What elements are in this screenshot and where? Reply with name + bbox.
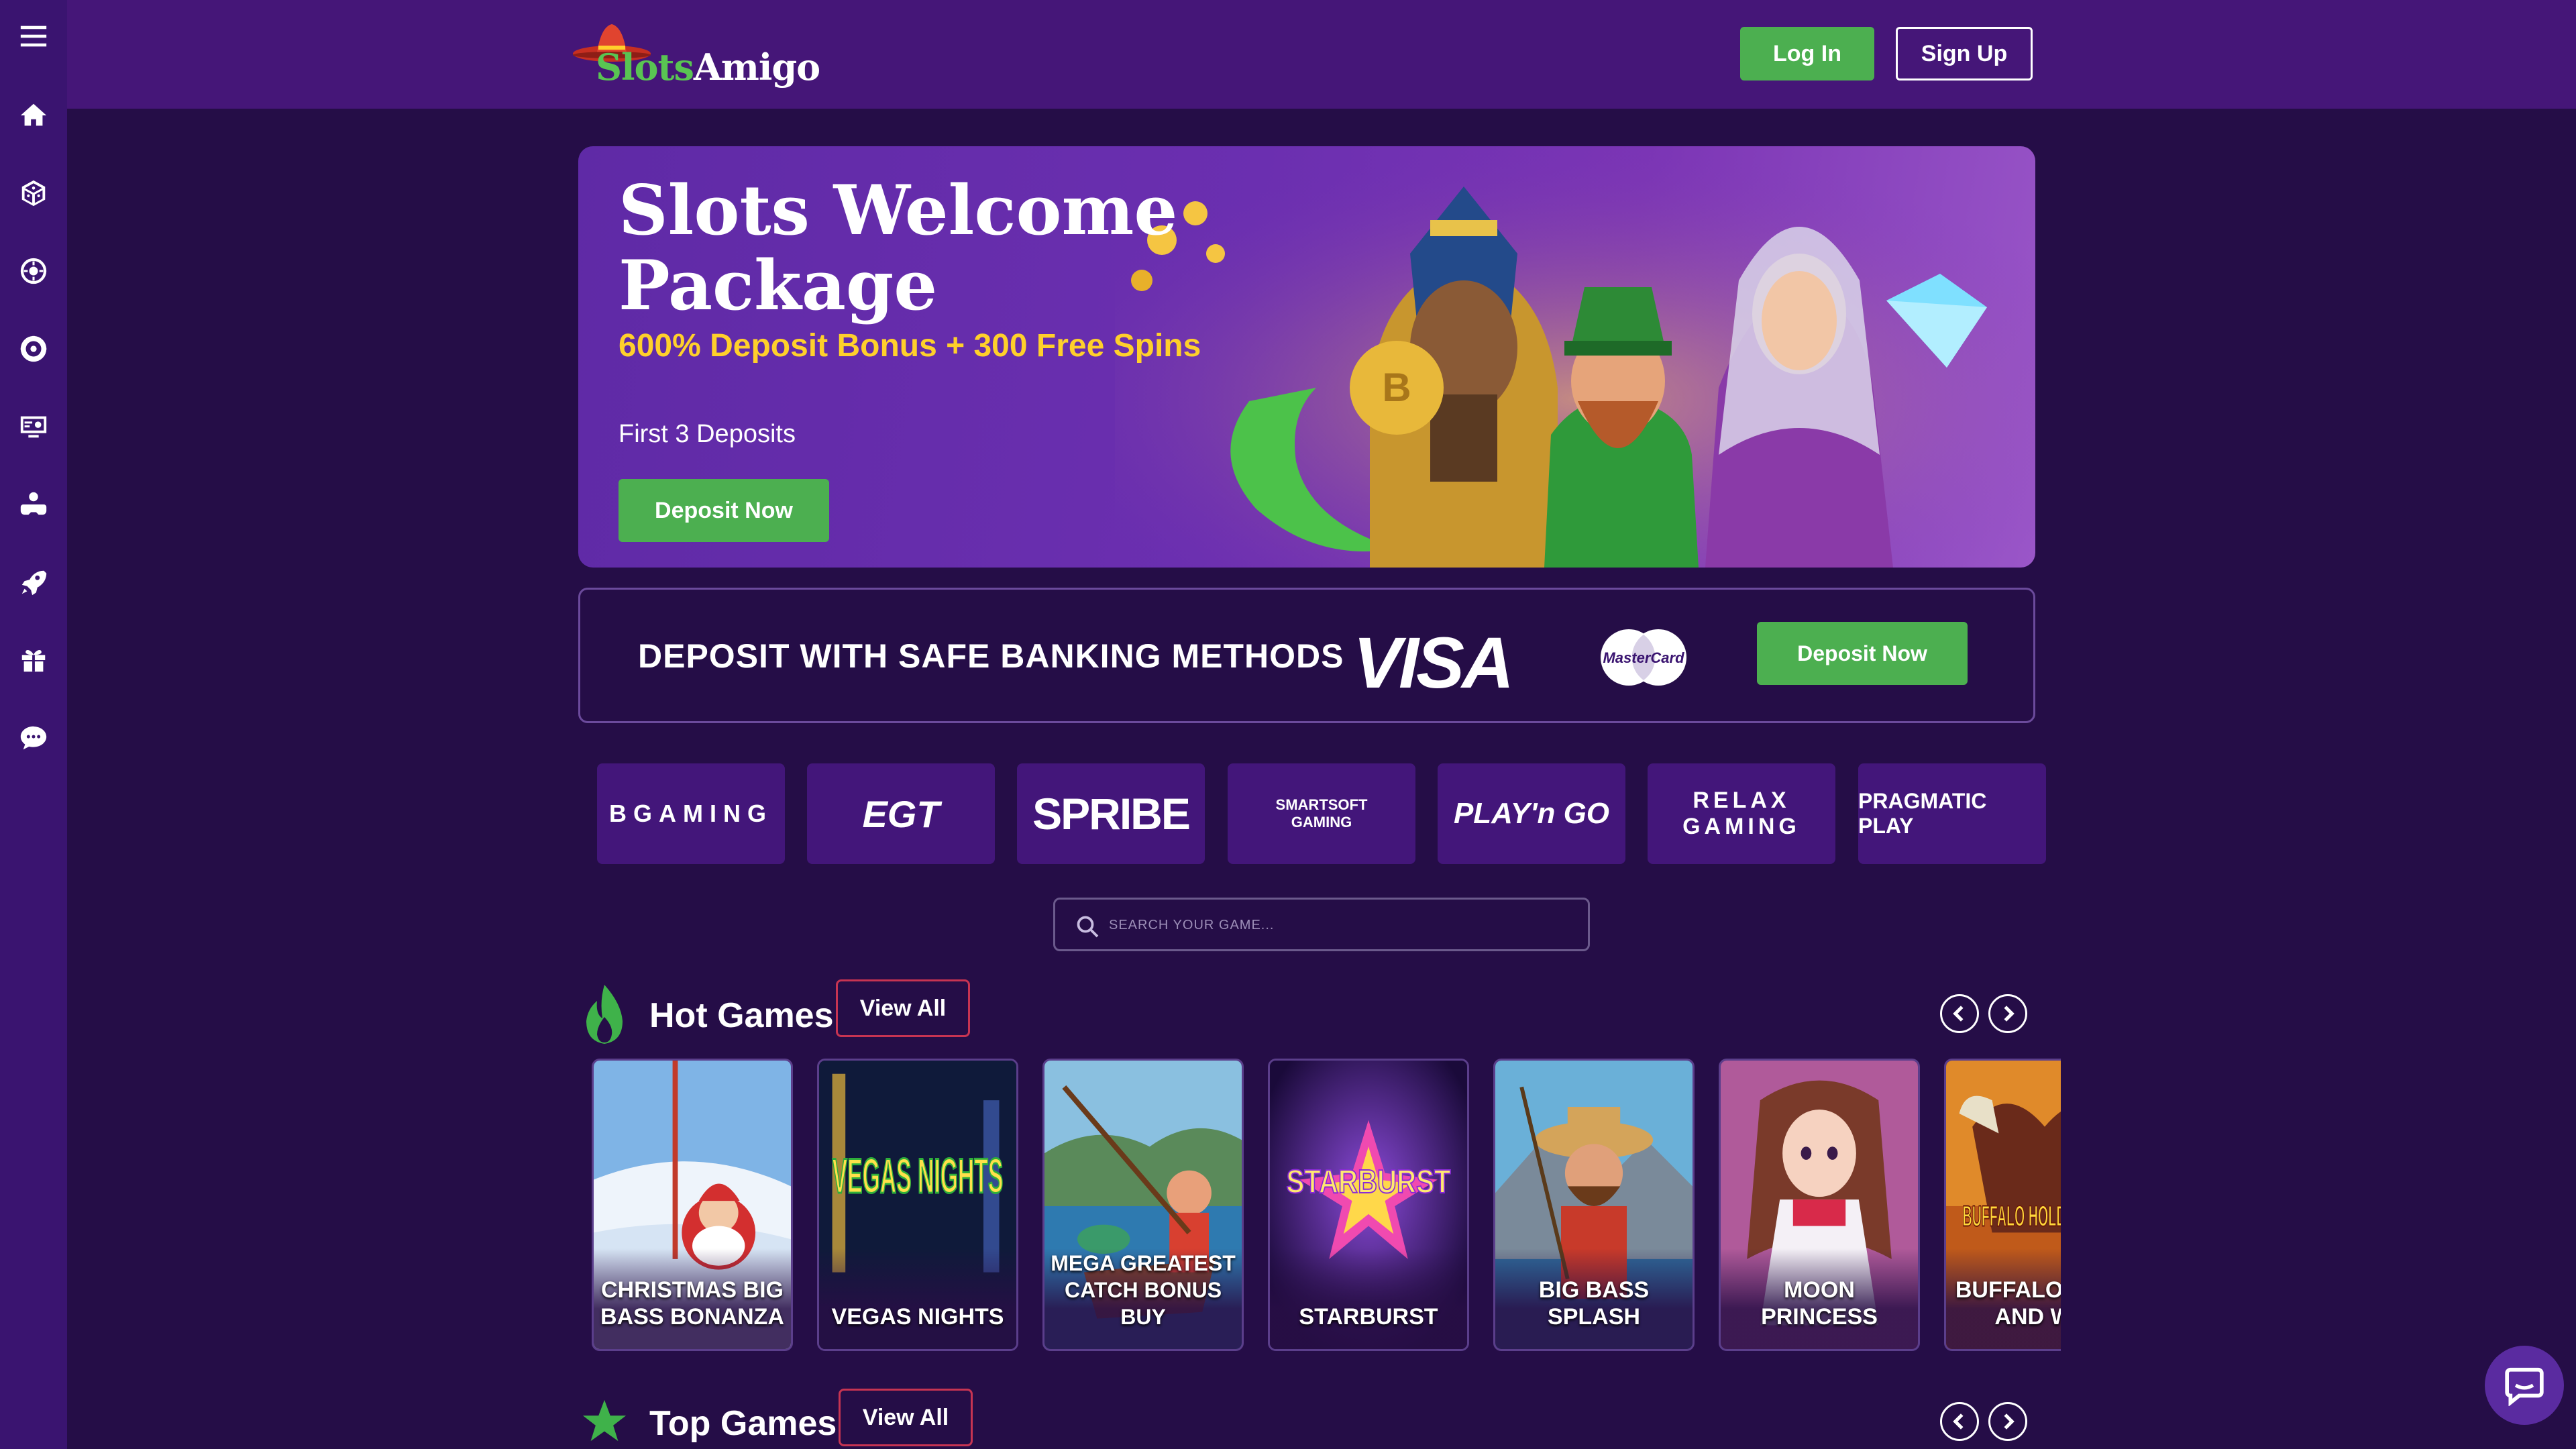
provider-pragmatic[interactable]: PRAGMATIC PLAY bbox=[1858, 763, 2046, 864]
live-chat-button[interactable] bbox=[2485, 1346, 2564, 1425]
game-name: MEGA GREATEST CATCH BONUS BUY bbox=[1051, 1251, 1236, 1329]
provider-playngo-label: PLAY'n GO bbox=[1453, 797, 1610, 830]
game-card[interactable]: MOON PRINCESS bbox=[1719, 1059, 1920, 1351]
provider-smartsoft[interactable]: SMARTSOFT GAMING bbox=[1228, 763, 1415, 864]
game-card[interactable]: BIG BASS SPLASH bbox=[1493, 1059, 1695, 1351]
provider-relax-label: RELAX GAMING bbox=[1682, 788, 1801, 839]
mastercard-logo: MasterCard bbox=[1601, 629, 1686, 686]
hero-title: Slots Welcome Package bbox=[619, 170, 1178, 326]
live-casino-icon[interactable] bbox=[12, 405, 55, 448]
chevron-left-icon bbox=[1953, 1413, 1964, 1430]
provider-pragmatic-label: PRAGMATIC PLAY bbox=[1858, 789, 1987, 838]
rocket-icon[interactable] bbox=[12, 561, 55, 604]
hot-games-carousel: CHRISTMAS BIG BASS BONANZA VEGAS NIGHTS … bbox=[592, 1059, 2061, 1351]
game-search-box[interactable] bbox=[1053, 898, 1590, 951]
buffalo-title-art: BUFFALO HOLD AND WIN bbox=[1963, 1200, 2061, 1232]
menu-icon[interactable] bbox=[12, 15, 55, 58]
mastercard-label: MasterCard bbox=[1603, 649, 1684, 666]
roulette-icon[interactable] bbox=[12, 250, 55, 292]
svg-text:B: B bbox=[1382, 365, 1411, 410]
welcome-banner: B Slots Welcome Package 600% Deposit Bon… bbox=[578, 146, 2035, 568]
hot-games-prev-button[interactable] bbox=[1940, 994, 1979, 1033]
banking-text: DEPOSIT WITH SAFE BANKING METHODS bbox=[638, 637, 1344, 675]
provider-bgaming-label: BGAMING bbox=[609, 800, 773, 827]
signup-button[interactable]: Sign Up bbox=[1896, 27, 2033, 80]
provider-smartsoft-label: SMARTSOFT GAMING bbox=[1275, 796, 1368, 830]
game-card[interactable]: CHRISTMAS BIG BASS BONANZA bbox=[592, 1059, 793, 1351]
provider-egt-label: EGT bbox=[862, 792, 940, 835]
top-games-prev-button[interactable] bbox=[1940, 1402, 1979, 1441]
game-name-backdrop bbox=[819, 1248, 1016, 1349]
game-card[interactable]: VEGAS NIGHTS VEGAS NIGHTS bbox=[817, 1059, 1018, 1351]
provider-egt[interactable]: EGT bbox=[807, 763, 995, 864]
search-icon bbox=[1077, 916, 1099, 938]
brand-name: SlotsAmigo bbox=[596, 46, 820, 89]
game-name: BUFFALO HOLD AND WIN bbox=[1955, 1277, 2061, 1330]
top-games-title: Top Games bbox=[649, 1404, 837, 1443]
brand-name-green: Slots bbox=[596, 46, 694, 89]
game-name: VEGAS NIGHTS bbox=[831, 1304, 1004, 1330]
search-input[interactable] bbox=[1109, 910, 1572, 940]
provider-playngo[interactable]: PLAY'n GO bbox=[1438, 763, 1625, 864]
hot-games-title: Hot Games bbox=[649, 996, 834, 1035]
game-card[interactable]: MEGA GREATEST CATCH BONUS BUY bbox=[1042, 1059, 1244, 1351]
home-icon[interactable] bbox=[12, 94, 55, 137]
game-name-backdrop bbox=[1270, 1248, 1467, 1349]
starburst-title-art: STARBURST bbox=[1287, 1164, 1451, 1200]
game-name: BIG BASS SPLASH bbox=[1538, 1277, 1650, 1330]
top-games-view-all[interactable]: View All bbox=[839, 1389, 973, 1446]
fire-icon bbox=[586, 985, 623, 1044]
login-button[interactable]: Log In bbox=[1740, 27, 1874, 80]
game-card[interactable]: STARBURST STARBURST bbox=[1268, 1059, 1469, 1351]
chevron-left-icon bbox=[1953, 1006, 1964, 1022]
provider-spribe-label: SPRIBE bbox=[1032, 789, 1191, 839]
game-name: STARBURST bbox=[1299, 1304, 1438, 1330]
hero-deposits-text: First 3 Deposits bbox=[619, 420, 796, 448]
gamepad-icon[interactable] bbox=[12, 483, 55, 526]
hero-subtitle: 600% Deposit Bonus + 300 Free Spins bbox=[619, 328, 1201, 364]
provider-bgaming[interactable]: BGAMING bbox=[597, 763, 785, 864]
top-bar: SlotsAmigo Log In Sign Up bbox=[67, 0, 2576, 109]
brand-name-white: Amigo bbox=[693, 46, 820, 89]
banking-deposit-button[interactable]: Deposit Now bbox=[1757, 622, 1968, 685]
slotsamigo-logo[interactable]: SlotsAmigo bbox=[572, 16, 820, 90]
game-name: CHRISTMAS BIG BASS BONANZA bbox=[600, 1277, 784, 1330]
star-icon bbox=[582, 1399, 627, 1442]
hero-deposit-button[interactable]: Deposit Now bbox=[619, 479, 829, 542]
provider-spribe[interactable]: SPRIBE bbox=[1017, 763, 1205, 864]
hero-characters-illustration: B bbox=[1115, 146, 2035, 568]
chevron-right-icon bbox=[2004, 1006, 2015, 1022]
provider-relax[interactable]: RELAX GAMING bbox=[1648, 763, 1835, 864]
vegas-nights-title-art: VEGAS NIGHTS bbox=[833, 1149, 1004, 1203]
chat-bubble-icon[interactable] bbox=[12, 716, 55, 759]
chat-icon bbox=[2505, 1367, 2544, 1406]
gift-icon[interactable] bbox=[12, 639, 55, 682]
top-games-next-button[interactable] bbox=[1988, 1402, 2027, 1441]
game-card[interactable]: BUFFALO HOLD AND WIN BUFFALO HOLD AND WI… bbox=[1944, 1059, 2061, 1351]
chevron-right-icon bbox=[2004, 1413, 2015, 1430]
visa-logo: VISA bbox=[1353, 622, 1514, 703]
hot-games-next-button[interactable] bbox=[1988, 994, 2027, 1033]
provider-strip: BGAMING EGT SPRIBE SMARTSOFT GAMING PLAY… bbox=[597, 763, 2046, 865]
dice-icon[interactable] bbox=[12, 172, 55, 215]
sidebar bbox=[0, 0, 67, 1449]
banking-methods-panel: DEPOSIT WITH SAFE BANKING METHODS VISA M… bbox=[578, 588, 2035, 723]
poker-chip-icon[interactable] bbox=[12, 327, 55, 370]
hot-games-view-all[interactable]: View All bbox=[836, 979, 970, 1037]
game-name: MOON PRINCESS bbox=[1761, 1277, 1878, 1330]
